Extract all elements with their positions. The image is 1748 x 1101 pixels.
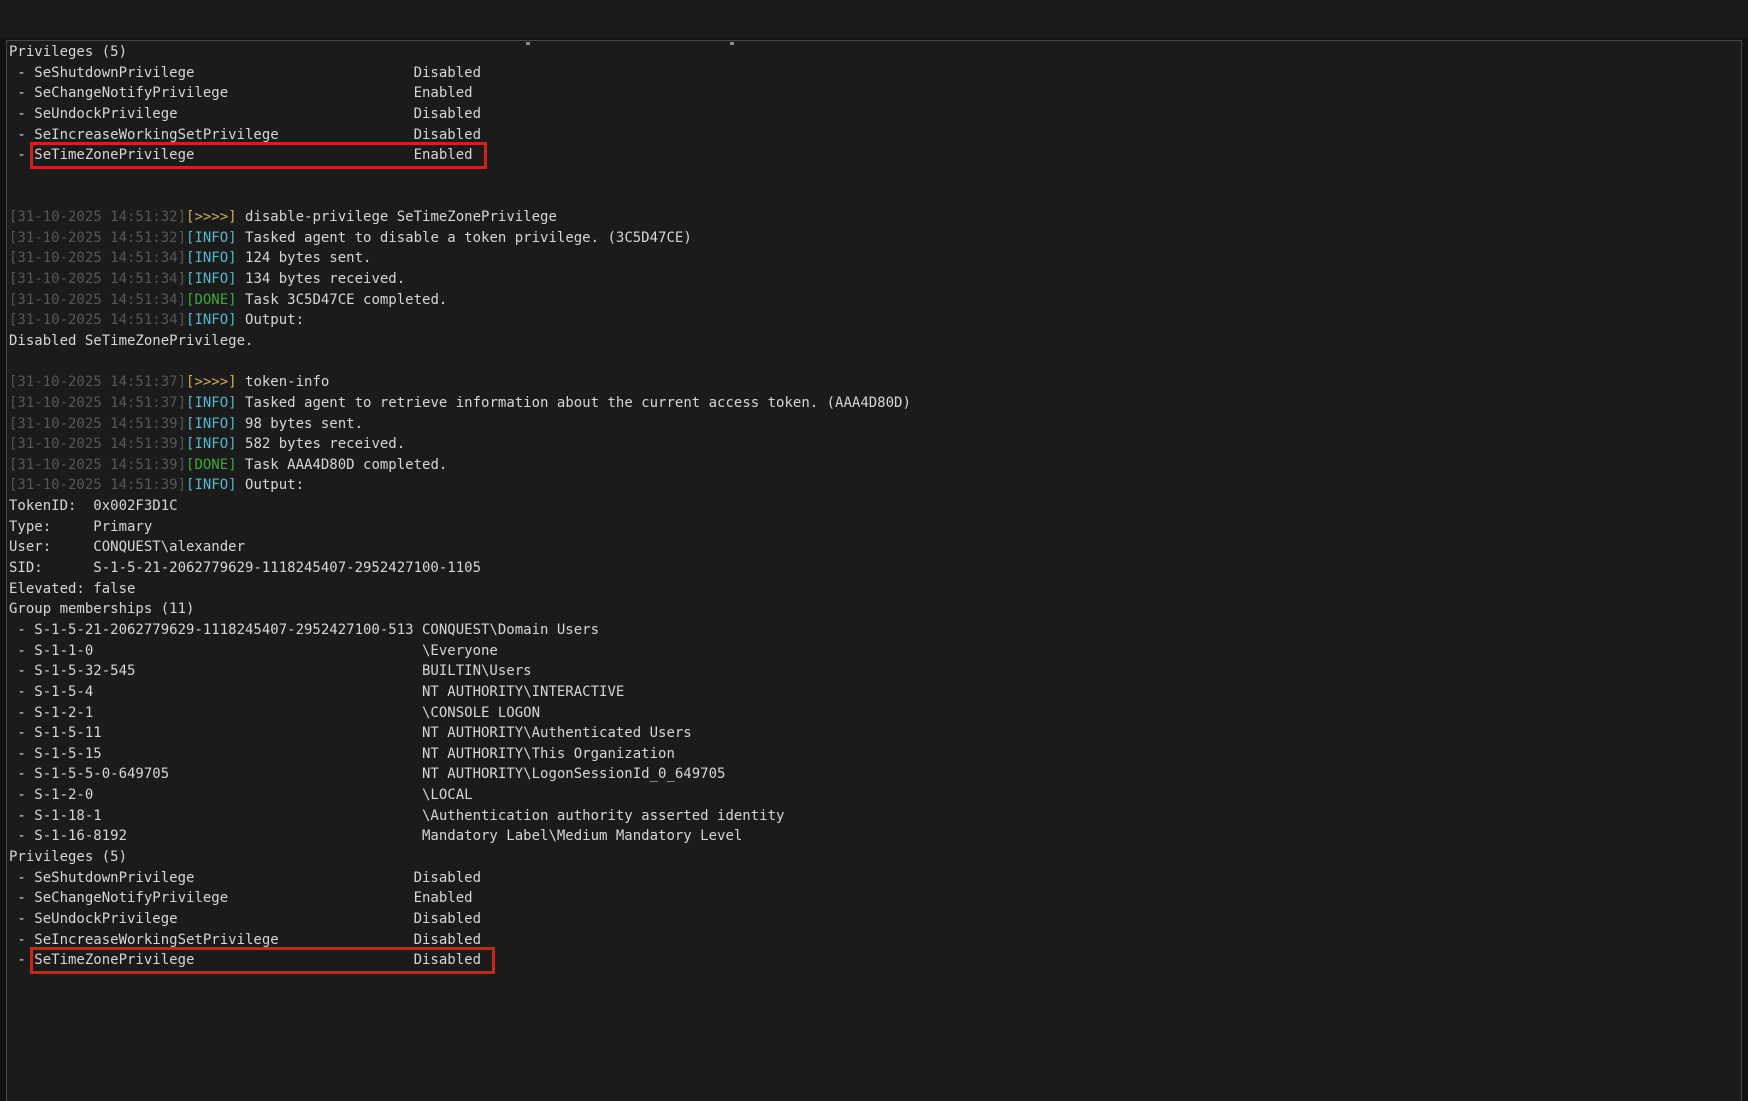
terminal-line: [31-10-2025 14:51:34][DONE] Task 3C5D47C… xyxy=(9,290,1741,311)
terminal-line: User: CONQUEST\alexander xyxy=(9,537,1741,558)
terminal-line: - SeIncreaseWorkingSetPrivilege Disabled xyxy=(9,125,1741,146)
terminal-line: - SeIncreaseWorkingSetPrivilege Disabled xyxy=(9,930,1741,951)
terminal-line: [31-10-2025 14:51:37][INFO] Tasked agent… xyxy=(9,393,1741,414)
terminal-line: [31-10-2025 14:51:39][DONE] Task AAA4D80… xyxy=(9,455,1741,476)
terminal-line: SID: S-1-5-21-2062779629-1118245407-2952… xyxy=(9,558,1741,579)
terminal-line xyxy=(9,166,1741,187)
terminal-line: - S-1-5-4 NT AUTHORITY\INTERACTIVE xyxy=(9,682,1741,703)
terminal-line: [31-10-2025 14:51:34][INFO] 134 bytes re… xyxy=(9,269,1741,290)
terminal-line: [31-10-2025 14:51:37][>>>>] token-info xyxy=(9,372,1741,393)
terminal-line: - SeUndockPrivilege Disabled xyxy=(9,104,1741,125)
terminal-line: - SeUndockPrivilege Disabled xyxy=(9,909,1741,930)
terminal-line: - SeShutdownPrivilege Disabled xyxy=(9,63,1741,84)
terminal-line: - S-1-5-11 NT AUTHORITY\Authenticated Us… xyxy=(9,723,1741,744)
terminal-output: Privileges (5) - SeShutdownPrivilege Dis… xyxy=(9,42,1741,971)
terminal-line: [31-10-2025 14:51:32][INFO] Tasked agent… xyxy=(9,228,1741,249)
terminal-line: [31-10-2025 14:51:32][>>>>] disable-priv… xyxy=(9,207,1741,228)
terminal-line: [31-10-2025 14:51:34][INFO] 124 bytes se… xyxy=(9,248,1741,269)
terminal-line: - S-1-5-5-0-649705 NT AUTHORITY\LogonSes… xyxy=(9,764,1741,785)
terminal-panel[interactable]: Privileges (5) - SeShutdownPrivilege Dis… xyxy=(6,40,1742,1101)
terminal-line: - S-1-16-8192 Mandatory Label\Medium Man… xyxy=(9,826,1741,847)
terminal-line: - S-1-5-21-2062779629-1118245407-2952427… xyxy=(9,620,1741,641)
terminal-line xyxy=(9,352,1741,373)
terminal-line: - SeChangeNotifyPrivilege Enabled xyxy=(9,888,1741,909)
terminal-line: - S-1-18-1 \Authentication authority ass… xyxy=(9,806,1741,827)
terminal-line: - SeTimeZonePrivilege Disabled xyxy=(9,950,1741,971)
terminal-line: - SeTimeZonePrivilege Enabled xyxy=(9,145,1741,166)
terminal-line: Group memberships (11) xyxy=(9,599,1741,620)
terminal-line: [31-10-2025 14:51:34][INFO] Output: xyxy=(9,310,1741,331)
terminal-line: Disabled SeTimeZonePrivilege. xyxy=(9,331,1741,352)
terminal-line: TokenID: 0x002F3D1C xyxy=(9,496,1741,517)
terminal-line: - S-1-1-0 \Everyone xyxy=(9,641,1741,662)
terminal-line: - S-1-5-32-545 BUILTIN\Users xyxy=(9,661,1741,682)
terminal-line: - SeChangeNotifyPrivilege Enabled xyxy=(9,83,1741,104)
terminal-line: - SeShutdownPrivilege Disabled xyxy=(9,868,1741,889)
session-title-bar: CONQUEST\alexander@CLIENT01.conquest.loc… xyxy=(0,0,1748,38)
terminal-line: Privileges (5) xyxy=(9,847,1741,868)
terminal-line: Type: Primary xyxy=(9,517,1741,538)
terminal-line: [31-10-2025 14:51:39][INFO] 582 bytes re… xyxy=(9,434,1741,455)
terminal-line: [31-10-2025 14:51:39][INFO] Output: xyxy=(9,475,1741,496)
terminal-line: - S-1-2-1 \CONSOLE LOGON xyxy=(9,703,1741,724)
terminal-line xyxy=(9,186,1741,207)
terminal-line: [31-10-2025 14:51:39][INFO] 98 bytes sen… xyxy=(9,414,1741,435)
terminal-line: - S-1-5-15 NT AUTHORITY\This Organizatio… xyxy=(9,744,1741,765)
terminal-line: - S-1-2-0 \LOCAL xyxy=(9,785,1741,806)
terminal-line: Elevated: false xyxy=(9,579,1741,600)
terminal-line: Privileges (5) xyxy=(9,42,1741,63)
